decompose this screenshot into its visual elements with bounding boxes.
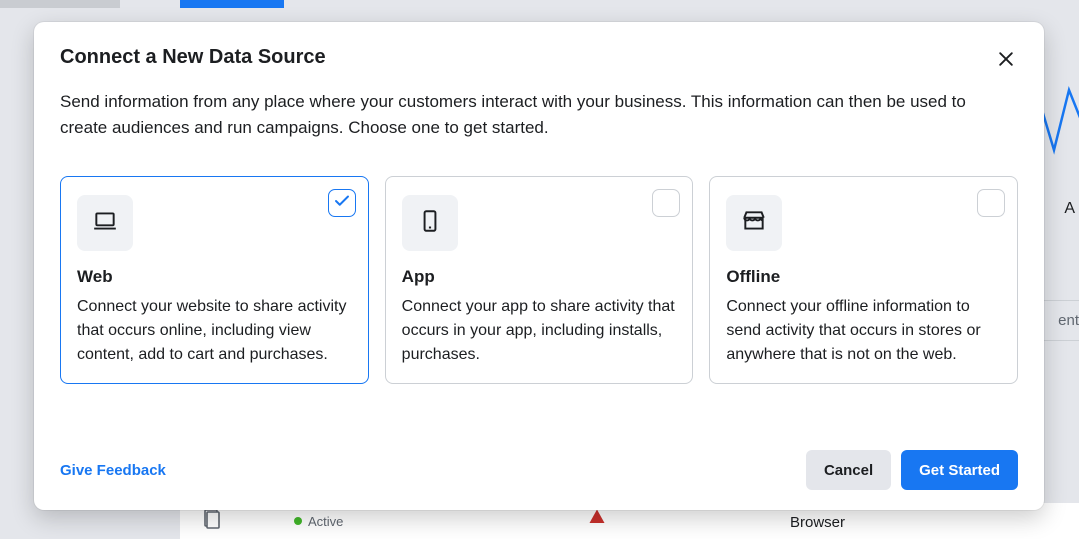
data-source-options: Web Connect your website to share activi… — [60, 176, 1018, 384]
document-icon — [200, 507, 224, 536]
status-dot-icon — [294, 517, 302, 525]
card-title: App — [402, 267, 677, 287]
bg-chart-fragment — [1039, 70, 1079, 185]
card-title: Offline — [726, 267, 1001, 287]
phone-icon — [417, 208, 443, 239]
bg-text-fragment: A — [1064, 200, 1075, 218]
card-description: Connect your website to share activity t… — [77, 295, 352, 367]
card-icon-container — [77, 195, 133, 251]
connect-data-source-modal: Connect a New Data Source Send informati… — [34, 22, 1044, 510]
close-button[interactable] — [988, 42, 1024, 78]
bg-text-fragment: Browser — [790, 514, 845, 531]
card-checkbox[interactable] — [328, 189, 356, 217]
bg-fragment — [180, 0, 284, 8]
card-icon-container — [402, 195, 458, 251]
data-source-card-web[interactable]: Web Connect your website to share activi… — [60, 176, 369, 384]
card-description: Connect your offline information to send… — [726, 295, 1001, 367]
bg-text-fragment: ent — [1058, 312, 1079, 329]
store-icon — [741, 208, 767, 239]
bg-fragment — [1039, 340, 1079, 341]
card-checkbox[interactable] — [652, 189, 680, 217]
cancel-button[interactable]: Cancel — [806, 450, 891, 490]
modal-subtitle: Send information from any place where yo… — [60, 89, 1010, 140]
card-icon-container — [726, 195, 782, 251]
bg-fragment — [0, 0, 120, 8]
data-source-card-app[interactable]: App Connect your app to share activity t… — [385, 176, 694, 384]
card-title: Web — [77, 267, 352, 287]
warning-icon — [588, 508, 606, 531]
card-description: Connect your app to share activity that … — [402, 295, 677, 367]
laptop-icon — [92, 208, 118, 239]
get-started-button[interactable]: Get Started — [901, 450, 1018, 490]
data-source-card-offline[interactable]: Offline Connect your offline information… — [709, 176, 1018, 384]
status-label: Active — [308, 514, 343, 529]
modal-footer: Give Feedback Cancel Get Started — [60, 450, 1018, 490]
card-checkbox[interactable] — [977, 189, 1005, 217]
status-badge: Active — [294, 514, 343, 529]
give-feedback-link[interactable]: Give Feedback — [60, 462, 166, 479]
modal-title: Connect a New Data Source — [60, 46, 1018, 69]
close-icon — [996, 49, 1016, 72]
checkmark-icon — [333, 192, 351, 215]
bg-fragment — [1039, 300, 1079, 301]
